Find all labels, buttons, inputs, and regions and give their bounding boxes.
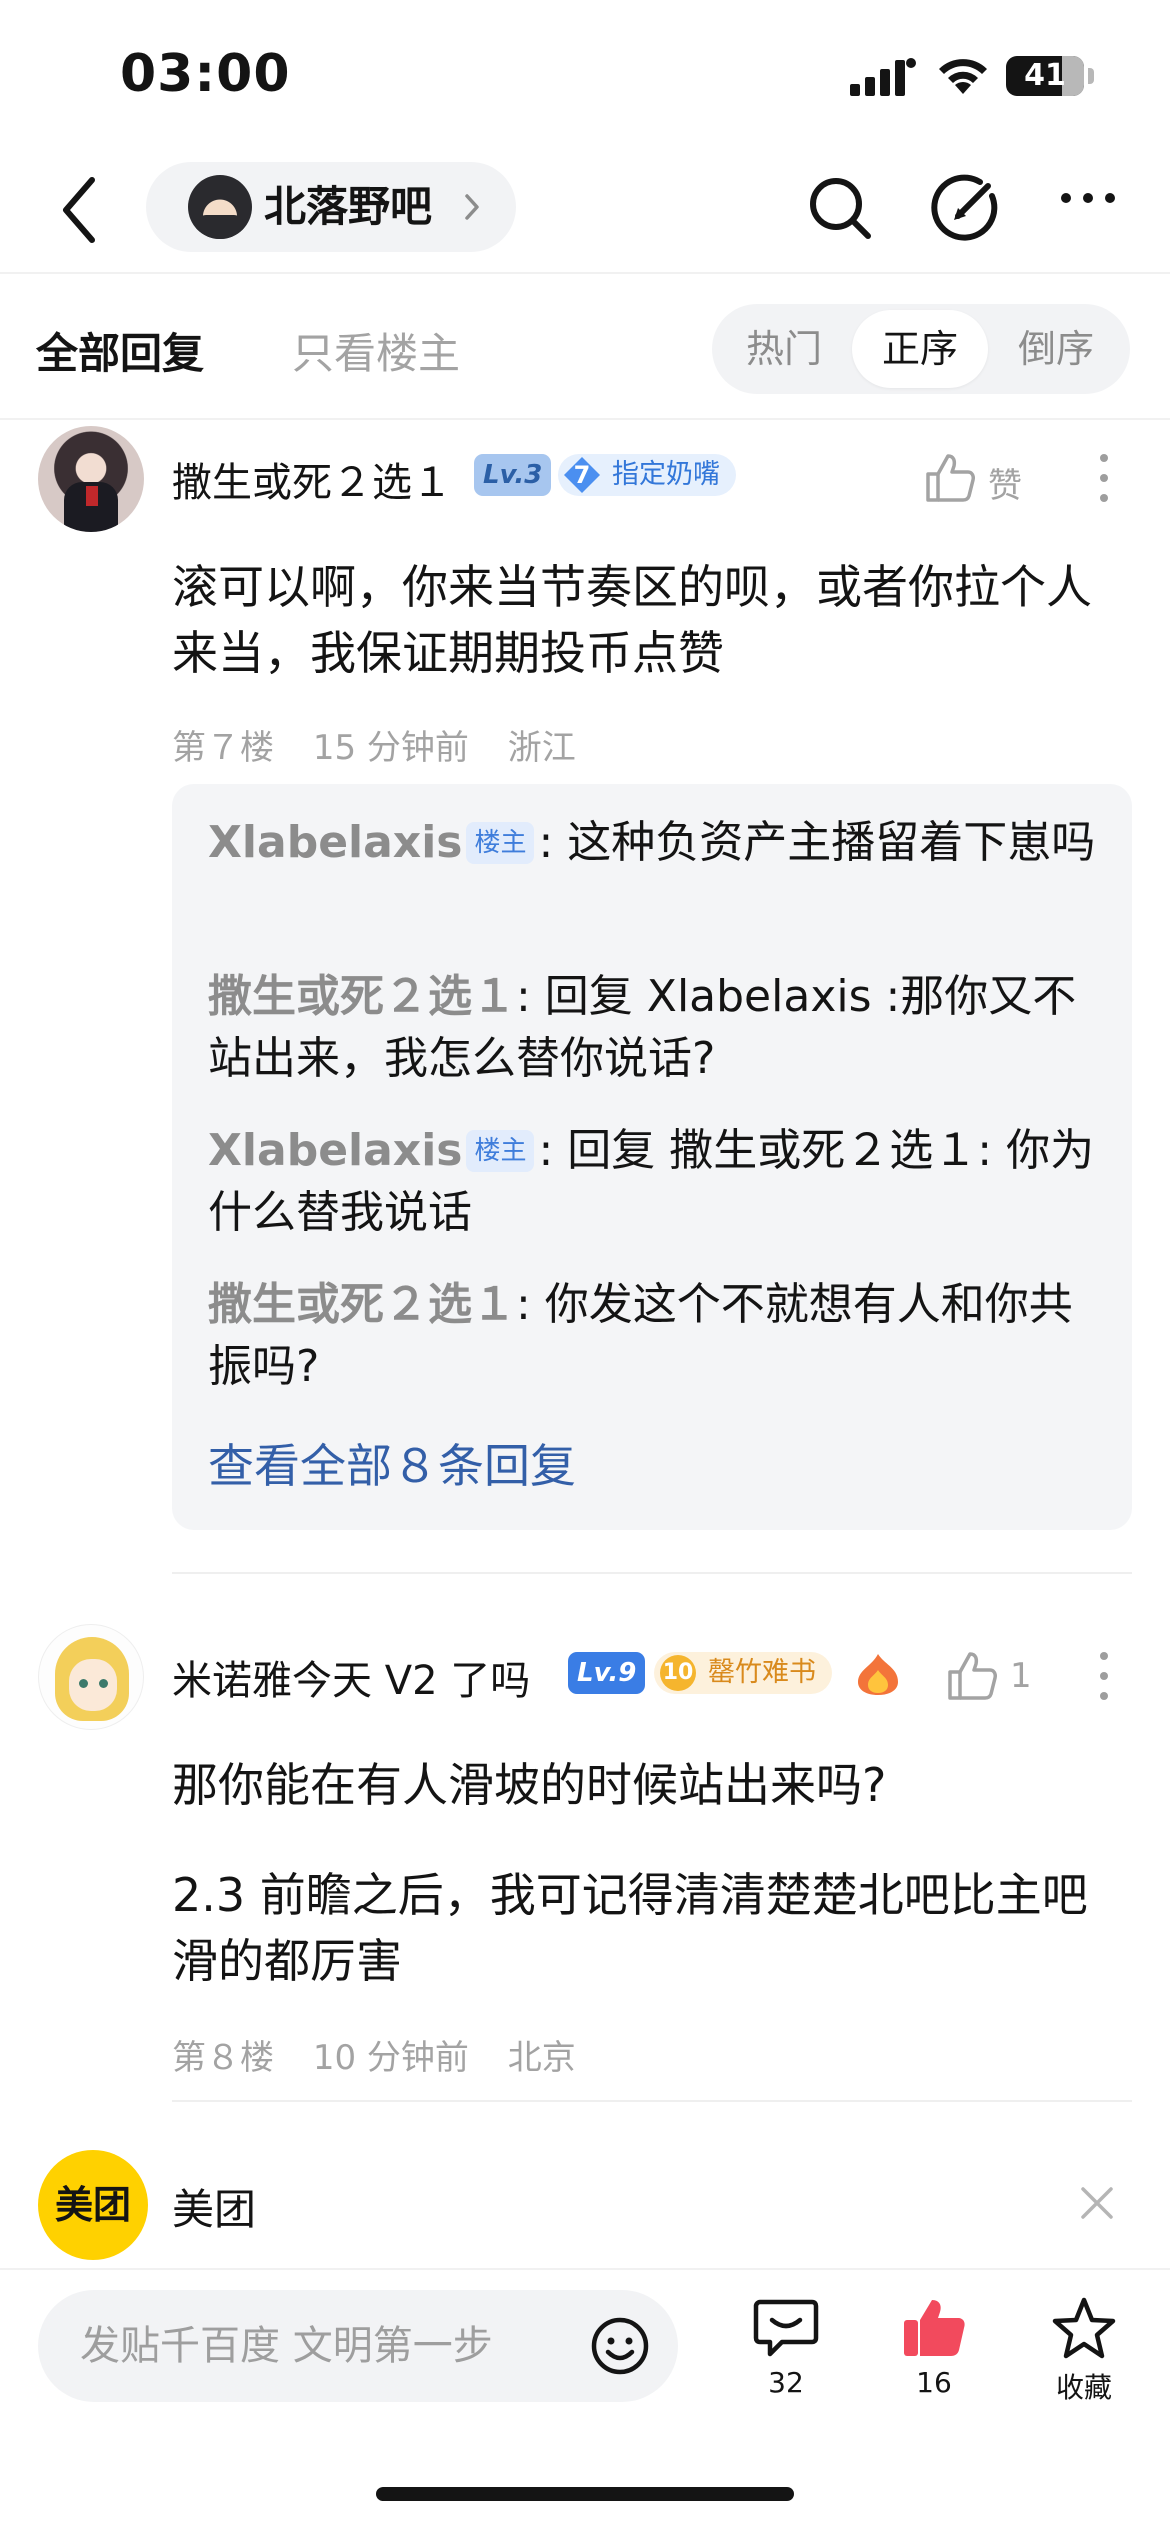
floor-number: 第７楼 bbox=[172, 728, 274, 768]
divider bbox=[0, 418, 1170, 420]
reply-username[interactable]: 撒生或死２选１ bbox=[208, 1279, 516, 1330]
post-meta: 第７楼 15 分钟前 浙江 bbox=[172, 720, 604, 769]
sort-segmented-control: 热门 正序 倒序 bbox=[712, 304, 1130, 394]
comment-placeholder: 发贴千百度 文明第一步 bbox=[80, 2323, 493, 2369]
sort-ascending-button[interactable]: 正序 bbox=[852, 310, 988, 388]
title-badge-number: 7 bbox=[573, 461, 591, 489]
status-bar: 03:00 41 bbox=[0, 0, 1170, 150]
reply-text: : 这种负资产主播留着下崽吗 bbox=[538, 817, 1096, 868]
wifi-icon bbox=[939, 59, 987, 94]
nav-bar: 北落野吧 bbox=[0, 150, 1170, 270]
forum-name: 北落野吧 bbox=[264, 182, 433, 231]
comments-button[interactable]: 32 bbox=[726, 2296, 846, 2406]
post-time: 10 分钟前 bbox=[312, 2038, 469, 2078]
forum-avatar bbox=[188, 175, 252, 239]
chevron-right-icon bbox=[465, 194, 479, 220]
search-icon[interactable] bbox=[806, 174, 876, 244]
thumbs-up-filled-icon bbox=[904, 2300, 965, 2356]
star-icon bbox=[1052, 2297, 1116, 2359]
more-icon[interactable] bbox=[1058, 190, 1118, 206]
title-badge-label: 指定奶嘴 bbox=[612, 459, 720, 490]
filter-row: 全部回复 只看楼主 热门 正序 倒序 bbox=[0, 300, 1170, 400]
title-badge-number: 10 bbox=[662, 1660, 694, 1685]
username[interactable]: 米诺雅今天 V2 了吗 bbox=[172, 1648, 530, 1706]
reply-username[interactable]: 撒生或死２选１ bbox=[208, 971, 516, 1022]
divider bbox=[172, 1572, 1132, 1574]
home-indicator[interactable] bbox=[376, 2487, 794, 2501]
post-content-paragraph: 那你能在有人滑坡的时候站出来吗? bbox=[172, 1758, 887, 1812]
more-vertical-icon[interactable] bbox=[1092, 1650, 1116, 1702]
comment-icon bbox=[753, 2299, 819, 2357]
reply-username[interactable]: Xlabelaxis bbox=[208, 817, 462, 868]
tab-owner-only[interactable]: 只看楼主 bbox=[292, 320, 460, 381]
sub-reply[interactable]: 撒生或死２选１: 你发这个不就想有人和你共振吗? bbox=[208, 1274, 1108, 1398]
like-label[interactable]: 赞 bbox=[988, 458, 1022, 507]
view-all-replies-link[interactable]: 查看全部８条回复 bbox=[208, 1430, 576, 1496]
post-time: 15 分钟前 bbox=[312, 728, 469, 768]
like-count[interactable]: 1 bbox=[1010, 1656, 1032, 1696]
ad-logo[interactable]: 美团 bbox=[38, 2150, 148, 2260]
tab-all-replies[interactable]: 全部回复 bbox=[36, 320, 204, 381]
battery-level: 41 bbox=[1024, 58, 1066, 93]
fire-badge-icon bbox=[858, 1654, 898, 1695]
emoji-icon[interactable] bbox=[590, 2316, 650, 2376]
floor-number: 第８楼 bbox=[172, 2038, 274, 2078]
sub-replies[interactable]: Xlabelaxis 楼主: 这种负资产主播留着下崽吗 撒生或死２选１: 回复 X… bbox=[172, 784, 1132, 1530]
comment-count: 32 bbox=[768, 2366, 804, 2399]
owner-tag: 楼主 bbox=[466, 1130, 535, 1172]
level-badge: Lv.3 bbox=[474, 454, 552, 496]
battery-icon: 41 bbox=[1006, 56, 1084, 96]
post-content-paragraph: 2.3 前瞻之后，我可记得清清楚楚北吧比主吧滑的都厉害 bbox=[172, 1868, 1088, 1988]
avatar[interactable] bbox=[38, 1624, 144, 1730]
edit-icon[interactable] bbox=[930, 174, 1000, 244]
title-badge: 7 指定奶嘴 bbox=[558, 454, 736, 496]
level-badge: Lv.9 bbox=[568, 1652, 646, 1694]
like-button[interactable]: 16 bbox=[874, 2296, 994, 2406]
post-meta: 第８楼 10 分钟前 北京 bbox=[172, 2030, 604, 2079]
sub-reply[interactable]: Xlabelaxis 楼主: 这种负资产主播留着下崽吗 bbox=[208, 812, 1108, 874]
thumbs-up-icon[interactable] bbox=[946, 1650, 998, 1702]
divider bbox=[0, 2268, 1170, 2270]
forum-link[interactable]: 北落野吧 bbox=[146, 162, 516, 252]
owner-tag: 楼主 bbox=[466, 822, 535, 864]
back-icon[interactable] bbox=[50, 172, 110, 248]
close-icon[interactable] bbox=[1078, 2184, 1116, 2222]
divider bbox=[0, 272, 1170, 274]
username[interactable]: 撒生或死２选１ bbox=[172, 450, 452, 508]
sub-reply[interactable]: 撒生或死２选１: 回复 Xlabelaxis :那你又不站出来，我怎么替你说话? bbox=[208, 966, 1108, 1090]
post-location: 北京 bbox=[507, 2038, 576, 2078]
ad-name[interactable]: 美团 bbox=[172, 2176, 256, 2237]
like-count: 16 bbox=[916, 2366, 952, 2399]
sort-descending-button[interactable]: 倒序 bbox=[988, 310, 1124, 388]
reply-username[interactable]: Xlabelaxis bbox=[208, 1125, 462, 1176]
divider bbox=[172, 2100, 1132, 2102]
thumbs-up-icon[interactable] bbox=[924, 452, 976, 504]
signal-icon bbox=[850, 58, 916, 96]
sub-reply[interactable]: Xlabelaxis 楼主: 回复 撒生或死２选１: 你为什么替我说话 bbox=[208, 1120, 1108, 1244]
comment-input[interactable]: 发贴千百度 文明第一步 bbox=[38, 2290, 678, 2402]
favorite-button[interactable]: 收藏 bbox=[1024, 2296, 1144, 2406]
favorite-label: 收藏 bbox=[1055, 2371, 1112, 2404]
title-badge-label: 罄竹难书 bbox=[708, 1657, 816, 1688]
more-vertical-icon[interactable] bbox=[1092, 452, 1116, 504]
title-badge: 10 罄竹难书 bbox=[654, 1652, 832, 1694]
avatar[interactable] bbox=[38, 426, 144, 532]
status-time: 03:00 bbox=[120, 44, 291, 104]
battery-nub bbox=[1088, 68, 1094, 84]
post-location: 浙江 bbox=[507, 728, 576, 768]
sort-hot-button[interactable]: 热门 bbox=[716, 310, 852, 388]
post-content: 滚可以啊，你来当节奏区的呗，或者你拉个人来当，我保证期期投币点赞 bbox=[172, 560, 1092, 680]
